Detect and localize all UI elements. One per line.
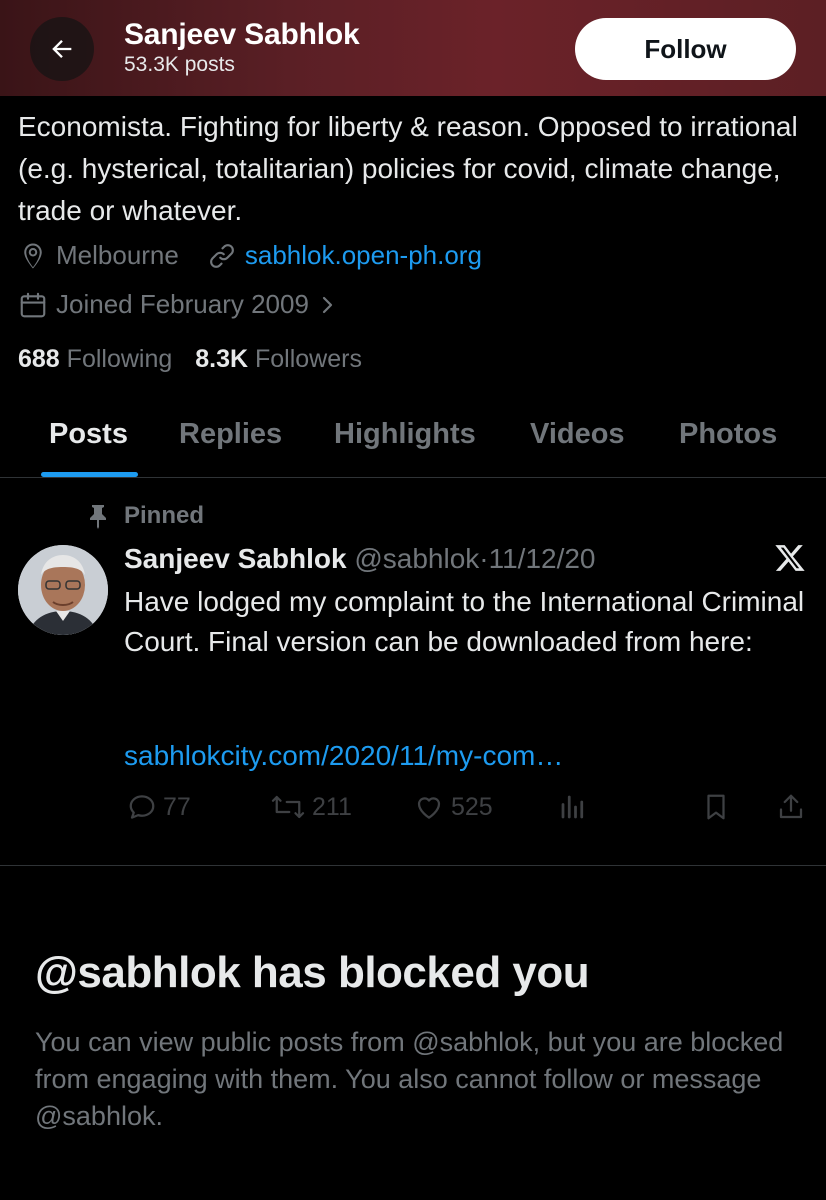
post-header: Sanjeev Sabhlok @sabhlok·11/12/20 [124,543,596,575]
website-link[interactable]: sabhlok.open-ph.org [245,240,482,271]
like-count: 525 [451,792,493,821]
joined-row[interactable]: Joined February 2009 [18,289,347,320]
post-author[interactable]: Sanjeev Sabhlok [124,543,347,574]
x-logo-icon [775,545,805,571]
following-label: Following [66,345,173,373]
back-button[interactable] [30,17,94,81]
bookmark-icon [707,794,725,820]
post-link[interactable]: sabhlokcity.com/2020/11/my-com… [124,740,563,772]
tab-posts[interactable]: Posts [49,418,128,451]
tab-replies[interactable]: Replies [179,418,282,451]
pin-icon [90,505,106,529]
profile-tabs: Posts Replies Highlights Videos Photos [0,400,826,478]
pinned-label-row: Pinned [88,502,204,530]
reply-icon [129,795,155,819]
followers-label: Followers [255,345,362,373]
repost-icon [271,795,305,819]
follow-button[interactable]: Follow [575,18,796,80]
reply-count: 77 [163,792,191,821]
share-button[interactable] [776,792,812,822]
views-button[interactable] [558,792,594,822]
share-icon [779,794,803,819]
tab-photos[interactable]: Photos [679,418,777,451]
like-button[interactable]: 525 [413,792,493,822]
pinned-text: Pinned [124,502,205,529]
repost-button[interactable]: 211 [270,792,352,822]
post-date[interactable]: 11/12/20 [489,543,596,574]
posts-count: 53.3K posts [124,53,235,76]
repost-count: 211 [312,792,352,821]
link-icon [209,243,234,268]
location-text: Melbourne [56,240,179,270]
like-icon [417,797,441,819]
joined-text: Joined February 2009 [56,289,309,319]
post-handle[interactable]: @sabhlok [354,543,479,574]
chevron-right-icon [322,296,333,313]
blocked-title: @sabhlok has blocked you [35,948,590,997]
divider [0,865,826,866]
following-link[interactable]: 688 Following [18,345,172,373]
profile-meta-location-row: Melbourne sabhlok.open-ph.org [18,240,482,271]
post-separator: · [479,543,489,574]
follow-stats: 688 Following 8.3K Followers [18,345,362,374]
header-name: Sanjeev Sabhlok [124,18,360,51]
active-tab-indicator [41,472,138,477]
following-count: 688 [18,345,60,373]
tab-videos[interactable]: Videos [530,418,625,451]
back-arrow-icon [52,40,72,58]
reply-button[interactable]: 77 [127,792,191,822]
post-text: Have lodged my complaint to the Internat… [124,586,805,657]
profile-bio: Economista. Fighting for liberty & reaso… [18,111,798,226]
avatar[interactable] [18,545,108,635]
calendar-icon [20,292,46,317]
profile-header: Sanjeev Sabhlok 53.3K posts Follow [0,0,826,96]
followers-link[interactable]: 8.3K Followers [195,345,362,373]
location-pin-icon [24,243,42,268]
followers-count: 8.3K [195,345,249,373]
bookmark-button[interactable] [701,792,737,822]
views-icon [561,795,584,819]
blocked-description: You can view public posts from @sabhlok,… [35,1027,784,1131]
tab-highlights[interactable]: Highlights [334,418,476,451]
